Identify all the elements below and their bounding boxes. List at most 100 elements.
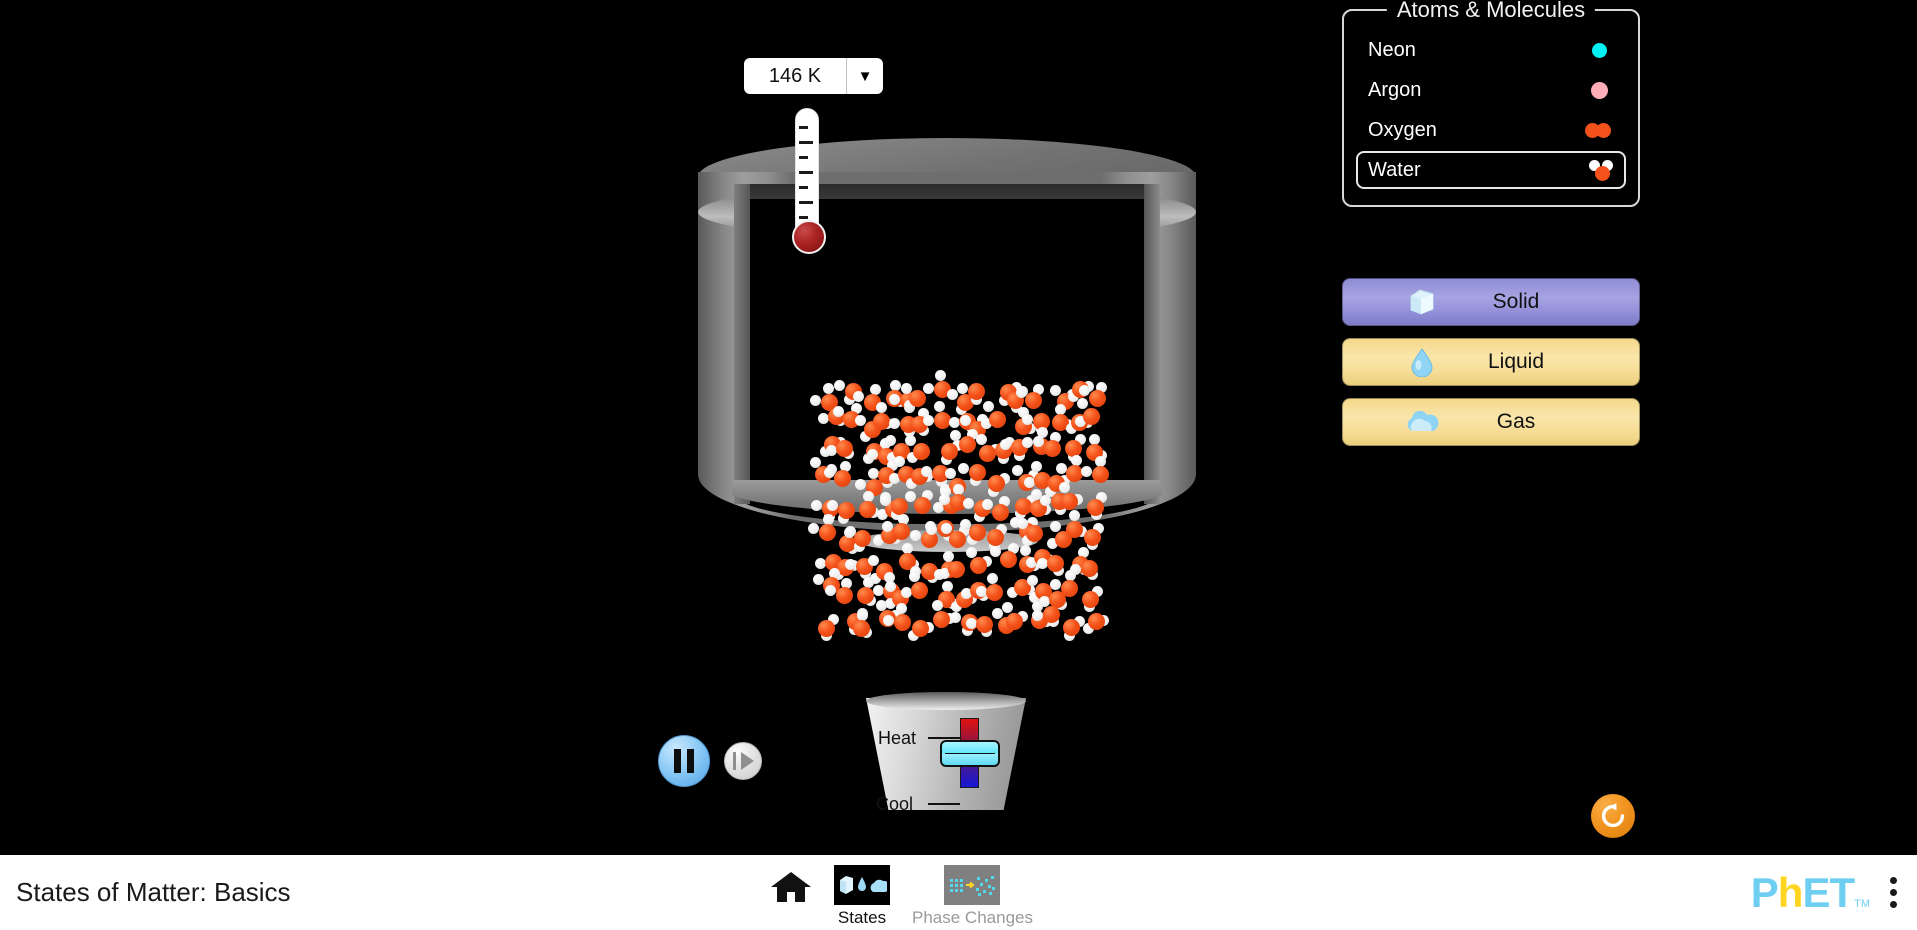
hydrogen-atom <box>926 572 938 584</box>
oxygen-atom <box>875 563 893 581</box>
phet-logo[interactable]: P h E T TM <box>1722 858 1870 917</box>
substance-label: Water <box>1368 158 1421 181</box>
thermometer-tick <box>799 141 813 144</box>
page-title: States of Matter: Basics <box>16 877 291 907</box>
heater-cooler-control[interactable]: Heat Cool <box>866 692 1026 814</box>
oxygen-atom <box>883 582 901 600</box>
oxygen-atom <box>1063 618 1081 636</box>
oxygen-atom <box>1018 556 1036 574</box>
state-button-label: Solid <box>1492 290 1540 313</box>
state-button-gas[interactable]: Gas <box>1342 398 1640 446</box>
simulation-stage: 146 K ▼ Heat Cool Atoms & Molecules Neon… <box>0 0 1917 855</box>
step-forward-button[interactable] <box>724 742 762 780</box>
hydrogen-atom <box>1052 564 1064 576</box>
hydrogen-atom <box>931 600 943 612</box>
home-icon <box>771 871 811 902</box>
hydrogen-atom <box>981 625 993 637</box>
water-molecule-icon <box>1584 160 1614 181</box>
hydrogen-atom <box>1016 611 1028 623</box>
tab-phase-changes[interactable]: Phase Changes <box>912 865 1033 930</box>
hydrogen-atom <box>862 577 874 589</box>
reset-all-button[interactable] <box>1591 794 1635 838</box>
substance-option-oxygen[interactable]: Oxygen <box>1356 111 1626 149</box>
hydrogen-atom <box>960 587 972 599</box>
hydrogen-atom <box>856 608 868 620</box>
hydrogen-atom <box>860 567 872 579</box>
cool-leader-line <box>928 803 960 805</box>
thermometer[interactable] <box>792 108 826 254</box>
oxygen-atom <box>970 557 988 575</box>
state-button-liquid[interactable]: Liquid <box>1342 338 1640 386</box>
hydrogen-atom <box>1098 615 1110 627</box>
oxygen-atom <box>1031 611 1048 629</box>
hydrogen-atom <box>1032 609 1044 621</box>
hydrogen-atom <box>828 568 840 580</box>
argon-atom-icon <box>1584 80 1614 100</box>
heat-label: Heat <box>878 728 917 748</box>
substance-option-argon[interactable]: Argon <box>1356 71 1626 109</box>
oxygen-atom <box>836 558 854 576</box>
logo-letter-h: h <box>1777 868 1804 916</box>
hydrogen-atom <box>1027 575 1039 587</box>
kebab-dot <box>1890 877 1897 884</box>
chevron-down-icon[interactable]: ▼ <box>846 58 883 94</box>
oxygen-atom <box>818 619 836 637</box>
hydrogen-atom <box>864 594 876 606</box>
pause-button[interactable] <box>658 735 710 787</box>
container-bevel-right <box>1144 184 1160 504</box>
step-forward-icon-stem <box>732 752 736 770</box>
oxygen-atom <box>1013 579 1031 597</box>
heater-slider-thumb[interactable] <box>940 740 1000 767</box>
hydrogen-atom <box>1041 615 1053 627</box>
state-button-label: Liquid <box>1487 350 1545 373</box>
oxygen-atom <box>1082 590 1100 608</box>
oxygen-atom <box>910 581 928 599</box>
oxygen-atom <box>947 560 965 578</box>
hydrogen-atom <box>910 566 922 578</box>
oxygen-atom <box>961 613 978 631</box>
hydrogen-atom <box>825 584 837 596</box>
oxygen-atom <box>912 619 930 637</box>
hydrogen-atom <box>965 618 977 630</box>
tab-label: States <box>837 908 887 927</box>
substance-label: Oxygen <box>1368 118 1437 141</box>
pause-icon-bar-right <box>687 749 694 773</box>
hydrogen-atom <box>1048 615 1060 627</box>
nav-right-group: P h E T TM <box>1722 858 1903 917</box>
hydrogen-atom <box>1028 560 1040 572</box>
hydrogen-atom <box>1008 612 1020 624</box>
hydrogen-atom <box>814 558 826 570</box>
hydrogen-atom <box>977 590 989 602</box>
hydrogen-atom <box>884 572 896 584</box>
hydrogen-atom <box>857 610 869 622</box>
oxygen-atom <box>1042 606 1060 624</box>
home-button[interactable] <box>770 849 812 930</box>
substance-option-water[interactable]: Water <box>1356 151 1626 189</box>
oxygen-atom <box>822 577 840 595</box>
oxygen-atom <box>976 616 994 634</box>
state-button-solid[interactable]: Solid <box>1342 278 1640 326</box>
hydrogen-atom <box>950 566 962 578</box>
substance-option-neon[interactable]: Neon <box>1356 31 1626 69</box>
hydrogen-atom <box>845 558 857 570</box>
temperature-readout[interactable]: 146 K ▼ <box>744 58 883 94</box>
tab-label: Phase Changes <box>912 908 1033 927</box>
oxygen-atom <box>955 590 973 608</box>
hydrogen-atom <box>975 586 987 598</box>
hydrogen-atom <box>869 572 881 584</box>
hydrogen-atom <box>908 558 920 570</box>
hydrogen-atom <box>1082 622 1094 634</box>
hydrogen-atom <box>1073 615 1085 627</box>
oxygen-atom <box>920 562 938 580</box>
kebab-menu-icon[interactable] <box>1884 873 1903 912</box>
oxygen-atom <box>891 589 909 607</box>
logo-letter-p: P <box>1750 868 1779 916</box>
hydrogen-atom <box>872 584 884 596</box>
state-button-label: Gas <box>1496 410 1536 433</box>
tab-states[interactable]: States <box>834 865 890 930</box>
water-drop-icon <box>1399 347 1445 377</box>
particle-container[interactable] <box>698 138 1196 558</box>
reset-circular-arrow-icon <box>1601 803 1625 828</box>
hydrogen-atom <box>1026 556 1038 568</box>
hydrogen-atom <box>1023 584 1035 596</box>
